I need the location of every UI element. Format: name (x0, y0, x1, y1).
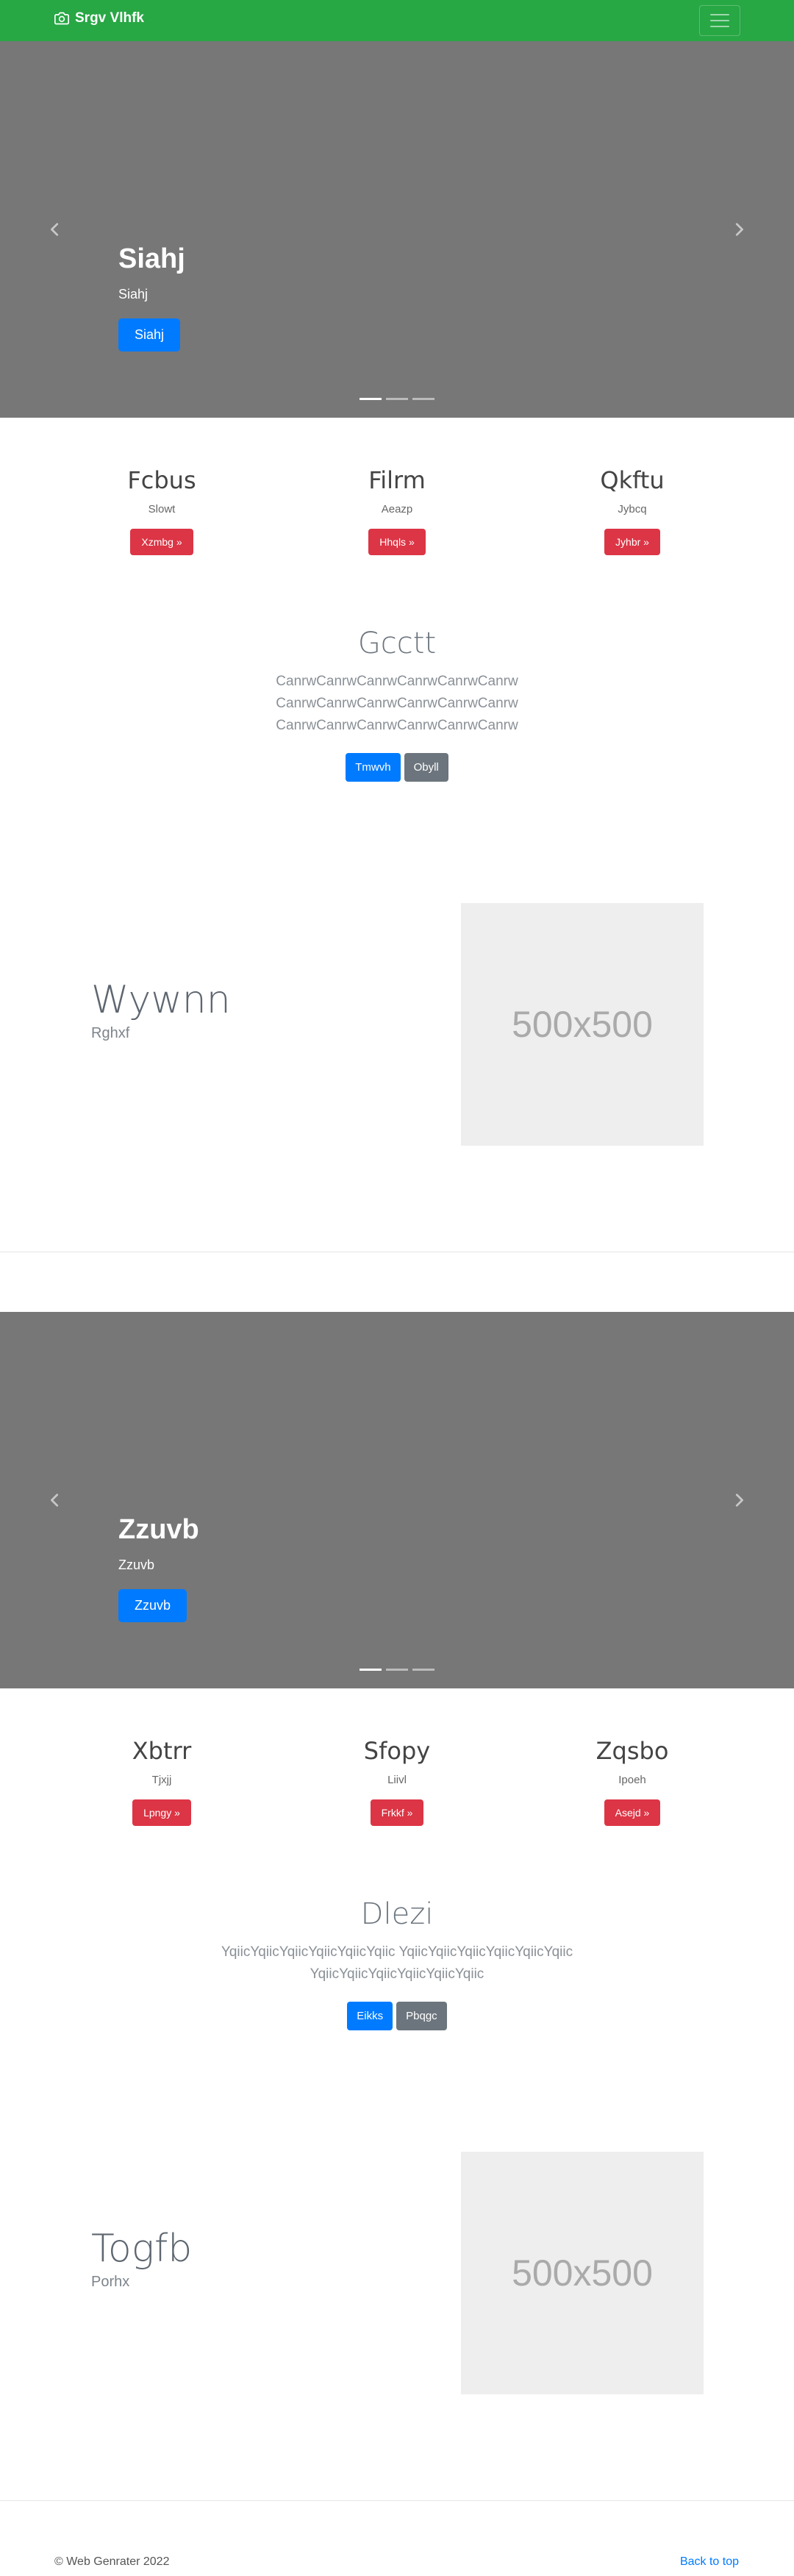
marketing-column: Fcbus Slowt Xzmbg » (51, 466, 272, 555)
carousel-prev-button[interactable] (0, 41, 110, 418)
column-text: Liivl (387, 1774, 407, 1786)
lead-line: YqiicYqiicYqiicYqiicYqiicYqiic (310, 1966, 484, 1982)
lead-line: YqiicYqiicYqiicYqiicYqiicYqiic YqiicYqii… (221, 1944, 573, 1960)
carousel-indicators (0, 398, 794, 400)
column-title: Sfopy (363, 1737, 431, 1765)
carousel-next-button[interactable] (684, 1312, 794, 1688)
column-details-button[interactable]: Xzmbg » (130, 529, 193, 555)
marketing-column: Filrm Aeazp Hhqls » (287, 466, 507, 555)
brand-label: Srgv Vlhfk (75, 10, 144, 26)
navbar-brand[interactable]: Srgv Vlhfk (54, 10, 144, 26)
featurette-text: Togfb Porhx (91, 2227, 192, 2291)
column-text: Ipoeh (618, 1774, 646, 1786)
lead-line: CanrwCanrwCanrwCanrwCanrwCanrw (276, 674, 518, 689)
marketing-column: Zqsbo Ipoeh Asejd » (522, 1737, 743, 1826)
featurette-text-body: Rghxf (91, 1025, 130, 1041)
featurette-title: Togfb (91, 2227, 193, 2271)
carousel-caption: Zzuvb Zzuvb Zzuvb (118, 1513, 199, 1622)
primary-button[interactable]: Tmwvh (346, 753, 401, 782)
marketing-column: Sfopy Liivl Frkkf » (287, 1737, 507, 1826)
carousel-cta-button[interactable]: Zzuvb (118, 1588, 187, 1622)
featurette-divider (0, 2500, 794, 2501)
hamburger-line (710, 20, 729, 21)
carousel-indicator[interactable] (360, 1669, 382, 1671)
lead-line: CanrwCanrwCanrwCanrwCanrwCanrw (276, 696, 518, 711)
hero-carousel: Zzuvb Zzuvb Zzuvb (0, 1312, 794, 1688)
column-title: Fcbus (127, 466, 196, 494)
carousel-caption: Siahj Siahj Siahj (118, 243, 185, 352)
jumbotron-lead: YqiicYqiicYqiicYqiicYqiicYqiic YqiicYqii… (0, 1941, 794, 1985)
featurette-image-placeholder: 500x500 (461, 2152, 704, 2394)
featurette-title: Wywnn (91, 978, 231, 1022)
carousel-indicator[interactable] (412, 1669, 434, 1671)
chevron-right-icon (735, 223, 743, 236)
carousel-indicators (0, 1669, 794, 1671)
carousel-indicator[interactable] (412, 398, 434, 400)
featurette-text-body: Porhx (91, 2274, 130, 2290)
secondary-button[interactable]: Obyll (404, 753, 448, 782)
column-text: Slowt (148, 503, 176, 515)
column-details-button[interactable]: Frkkf » (370, 1799, 424, 1826)
column-details-button[interactable]: Hhqls » (368, 529, 426, 555)
column-text: Jybcq (618, 503, 647, 515)
chevron-left-icon (51, 223, 59, 236)
marketing-column: Xbtrr Tjxjj Lpngy » (51, 1737, 272, 1826)
carousel-subtitle: Zzuvb (118, 1557, 155, 1572)
column-details-button[interactable]: Asejd » (604, 1799, 661, 1826)
column-title: Zqsbo (596, 1737, 669, 1765)
marketing-column: Qkftu Jybcq Jyhbr » (522, 466, 743, 555)
jumbotron-buttons: Tmwvh Obyll (0, 753, 794, 782)
footer-copyright: © Web Genrater 2022 (54, 2555, 170, 2568)
jumbotron-title: Dlezi (360, 1897, 434, 1931)
hamburger-menu-icon (710, 14, 729, 15)
carousel-cta-button[interactable]: Siahj (118, 318, 181, 352)
carousel-title: Zzuvb (118, 1514, 199, 1545)
carousel-next-button[interactable] (684, 41, 794, 418)
jumbotron-title: Gcctt (357, 627, 437, 660)
column-title: Qkftu (600, 466, 665, 494)
chevron-left-icon (51, 1494, 59, 1507)
column-title: Filrm (368, 466, 426, 494)
column-details-button[interactable]: Lpngy » (132, 1799, 191, 1826)
carousel-prev-button[interactable] (0, 1312, 110, 1688)
carousel-indicator[interactable] (386, 1669, 408, 1671)
column-text: Tjxjj (151, 1774, 172, 1786)
jumbotron-buttons: Eikks Pbqgc (0, 2002, 794, 2030)
carousel-indicator[interactable] (386, 398, 408, 400)
featurette-image-placeholder: 500x500 (461, 903, 704, 1146)
jumbotron: Dlezi YqiicYqiicYqiicYqiicYqiicYqiic Yqi… (0, 1897, 794, 2030)
column-details-button[interactable]: Jyhbr » (604, 529, 660, 555)
featurette-text: Wywnn Rghxf (91, 978, 231, 1042)
carousel-title: Siahj (118, 243, 185, 274)
carousel-subtitle: Siahj (118, 286, 149, 302)
hero-carousel: Siahj Siahj Siahj (0, 41, 794, 418)
back-to-top-link[interactable]: Back to top (680, 2555, 739, 2569)
primary-button[interactable]: Eikks (347, 2002, 393, 2030)
navbar: Srgv Vlhfk (0, 0, 794, 41)
column-title: Xbtrr (132, 1737, 192, 1765)
hamburger-line (710, 26, 729, 27)
navbar-toggler-button[interactable] (699, 5, 740, 36)
secondary-button[interactable]: Pbqgc (396, 2002, 447, 2030)
column-text: Aeazp (381, 503, 413, 515)
jumbotron: Gcctt CanrwCanrwCanrwCanrwCanrwCanrw Can… (0, 627, 794, 782)
chevron-right-icon (735, 1494, 743, 1507)
camera-icon (54, 12, 69, 25)
carousel-indicator[interactable] (360, 398, 382, 400)
jumbotron-lead: CanrwCanrwCanrwCanrwCanrwCanrw CanrwCanr… (0, 671, 794, 737)
lead-line: CanrwCanrwCanrwCanrwCanrwCanrw (276, 718, 518, 733)
